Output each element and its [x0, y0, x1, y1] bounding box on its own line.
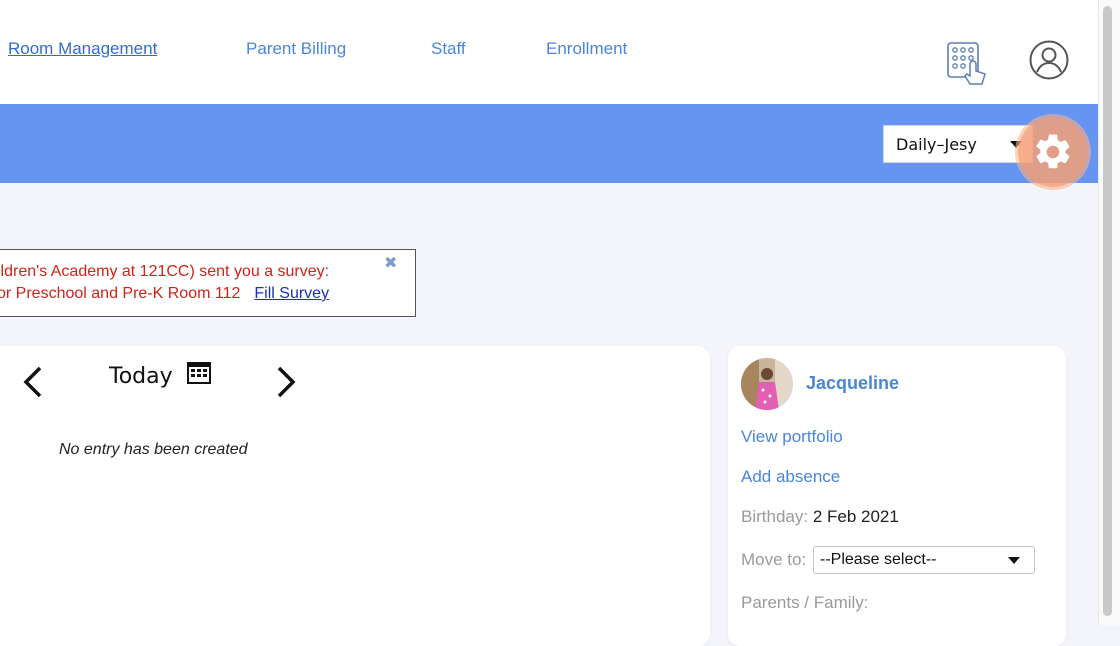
- chevron-right-icon: [277, 366, 296, 398]
- survey-room-text: or Preschool and Pre-K Room 112: [0, 285, 241, 302]
- top-navigation: Room Management Parent Billing Staff Enr…: [0, 0, 1098, 104]
- next-day-button[interactable]: [275, 365, 297, 404]
- chevron-down-icon: [1008, 557, 1020, 564]
- view-select-value: Daily–Jesy: [896, 134, 977, 154]
- date-label: Today: [109, 364, 173, 389]
- survey-notice: ildren's Academy at 121CC) sent you a su…: [0, 249, 416, 317]
- move-to-value: --Please select--: [820, 551, 937, 568]
- chevron-left-icon: [23, 366, 42, 398]
- view-select[interactable]: Daily–Jesy: [883, 125, 1033, 163]
- child-name[interactable]: Jacqueline: [806, 373, 899, 394]
- calendar-icon[interactable]: [186, 361, 212, 385]
- journal-card: [0, 346, 710, 646]
- avatar[interactable]: [741, 358, 793, 410]
- previous-day-button[interactable]: [22, 365, 44, 404]
- birthday-value: 2 Feb 2021: [812, 507, 899, 526]
- survey-room: or Preschool and Pre-K Room 112 Fill Surv…: [0, 285, 329, 303]
- close-icon[interactable]: ✖: [384, 253, 397, 273]
- keypad-icon[interactable]: [946, 40, 990, 93]
- move-to-select[interactable]: --Please select--: [813, 546, 1035, 574]
- empty-state-message: No entry has been created: [59, 441, 248, 458]
- birthday-row: Birthday: 2 Feb 2021: [741, 507, 899, 527]
- scrollbar-thumb[interactable]: [1103, 6, 1112, 616]
- add-absence-link[interactable]: Add absence: [741, 467, 840, 487]
- page-scrollbar[interactable]: [1098, 0, 1120, 625]
- view-portfolio-link[interactable]: View portfolio: [741, 427, 843, 447]
- user-profile-icon[interactable]: [1028, 39, 1070, 86]
- settings-button[interactable]: [1018, 117, 1088, 187]
- move-to-label: Move to:: [741, 550, 807, 569]
- parents-family-label: Parents / Family:: [741, 593, 869, 612]
- survey-message: ildren's Academy at 121CC) sent you a su…: [0, 263, 330, 280]
- nav-parent-billing[interactable]: Parent Billing: [246, 39, 346, 59]
- nav-enrollment[interactable]: Enrollment: [546, 39, 627, 59]
- nav-room-management[interactable]: Room Management: [8, 39, 157, 59]
- gear-icon: [1036, 134, 1070, 169]
- nav-staff[interactable]: Staff: [431, 39, 466, 59]
- date-selector[interactable]: Today: [109, 361, 212, 389]
- fill-survey-link[interactable]: Fill Survey: [254, 285, 329, 302]
- birthday-label: Birthday:: [741, 507, 809, 526]
